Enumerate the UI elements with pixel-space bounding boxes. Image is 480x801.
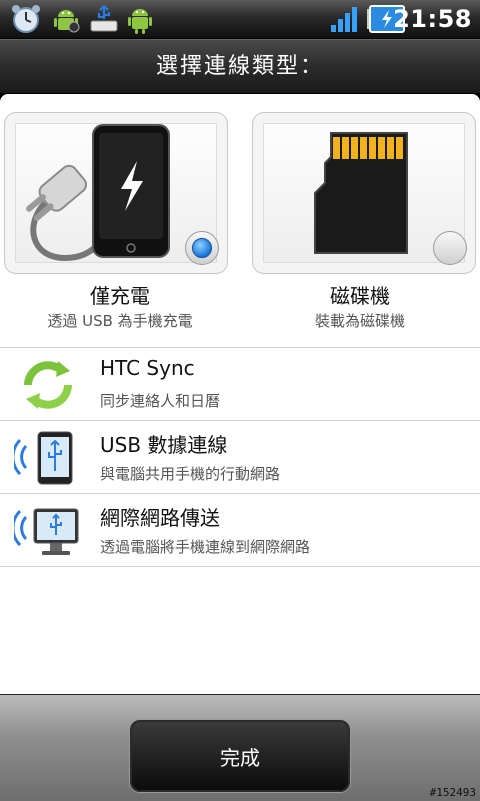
alarm-clock-icon xyxy=(12,5,40,33)
android-icon xyxy=(128,9,152,34)
charge-only-subtitle: 透過 USB 為手機充電 xyxy=(47,312,193,330)
internet-pass-through-title: 網際網路傳送 xyxy=(100,506,220,530)
status-bar: 21:58 xyxy=(0,0,480,39)
disk-drive-subtitle: 裝載為磁碟機 xyxy=(314,312,405,330)
signal-bars-icon xyxy=(331,7,357,32)
charge-only-option-card[interactable] xyxy=(4,112,228,274)
android-debug-icon xyxy=(54,10,80,33)
done-button[interactable]: 完成 xyxy=(130,720,350,792)
sync-arrows-icon xyxy=(24,361,72,409)
charge-only-title: 僅充電 xyxy=(90,284,150,308)
disk-drive-title: 磁碟機 xyxy=(330,284,390,308)
htc-sync-subtitle: 同步連絡人和日曆 xyxy=(100,392,221,410)
usb-tethering-subtitle: 與電腦共用手機的行動網路 xyxy=(100,465,281,483)
usb-tethering-title: USB 數據連線 xyxy=(100,433,228,457)
list-item-internet-pass-through[interactable]: 網際網路傳送 透過電腦將手機連線到網際網路 xyxy=(0,493,480,567)
connection-list: HTC Sync 同步連絡人和日曆 USB 數據連線 與電腦共用手機的行動網路 xyxy=(0,347,480,567)
list-item-htc-sync[interactable]: HTC Sync 同步連絡人和日曆 xyxy=(0,347,480,420)
internet-pass-through-icon xyxy=(14,508,79,555)
usb-tethering-icon xyxy=(14,431,73,485)
status-clock: 21:58 xyxy=(393,5,472,33)
disk-drive-option-card[interactable] xyxy=(252,112,476,274)
usb-storage-icon xyxy=(90,4,118,32)
internet-pass-through-subtitle: 透過電腦將手機連線到網際網路 xyxy=(100,538,311,556)
dialog-title: 選擇連線類型： xyxy=(0,39,480,94)
charge-only-radio[interactable] xyxy=(185,231,219,265)
list-item-usb-tethering[interactable]: USB 數據連線 與電腦共用手機的行動網路 xyxy=(0,420,480,493)
disk-drive-radio[interactable] xyxy=(433,231,467,265)
htc-sync-title: HTC Sync xyxy=(100,356,195,380)
watermark: #152493 xyxy=(429,786,476,799)
bottom-bar: 完成 xyxy=(0,694,480,801)
connection-type-panel: 僅充電 透過 USB 為手機充電 磁碟機 裝載為磁碟機 HTC Sync 同步連… xyxy=(0,94,480,694)
